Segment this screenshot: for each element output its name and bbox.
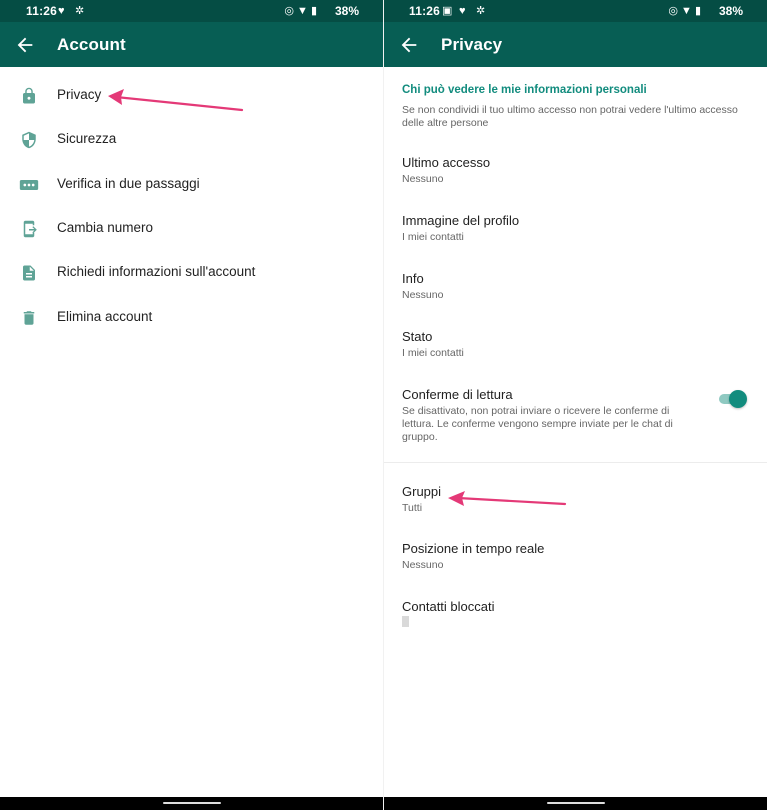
battery-level: 38% xyxy=(334,4,359,18)
menu-item-label: Cambia numero xyxy=(57,220,154,235)
app-bar: Privacy xyxy=(384,22,767,67)
pref-subtitle: Nessuno xyxy=(402,559,444,571)
heart-icon: ♥ xyxy=(459,5,466,17)
section-description: Se non condividi il tuo ultimo accesso n… xyxy=(402,104,738,129)
status-icons: ◎ ▼ ▮ xyxy=(284,4,317,17)
heart-icon: ♥ xyxy=(58,5,65,17)
app-bar: Account xyxy=(0,22,383,67)
pref-subtitle: Tutti xyxy=(402,502,423,514)
back-arrow-icon[interactable] xyxy=(14,34,36,56)
document-icon xyxy=(23,265,35,281)
status-bar: 11:26 ▣ ♥ ✲ ◎ ▼ ▮ 38% xyxy=(384,0,767,22)
pref-status[interactable]: Stato I miei contatti xyxy=(384,329,767,373)
pref-read-receipts[interactable]: Conferme di lettura Se disattivato, non … xyxy=(384,387,767,457)
pref-title: Info xyxy=(402,271,424,286)
home-handle[interactable] xyxy=(162,802,221,804)
lock-icon xyxy=(23,87,35,104)
blurred-count xyxy=(402,616,409,627)
wifi-icon: ▼ xyxy=(680,5,692,17)
battery-icon: ▮ xyxy=(694,5,701,17)
pref-live-location[interactable]: Posizione in tempo reale Nessuno xyxy=(384,541,767,585)
phone-change-icon xyxy=(23,220,37,238)
menu-item-label: Privacy xyxy=(57,87,102,102)
pref-subtitle: Nessuno xyxy=(402,289,444,301)
page-title: Account xyxy=(57,35,126,54)
status-time: 11:26 xyxy=(409,4,441,18)
menu-item-security[interactable]: Sicurezza xyxy=(0,118,383,162)
back-arrow-icon[interactable] xyxy=(398,34,420,56)
trash-icon xyxy=(23,311,35,325)
menu-item-privacy[interactable]: Privacy xyxy=(0,74,383,118)
pref-subtitle: I miei contatti xyxy=(402,231,464,243)
toggle-thumb xyxy=(729,390,747,408)
dots-icon xyxy=(19,180,39,190)
bug-icon: ✲ xyxy=(75,5,85,17)
pref-blocked-contacts[interactable]: Contatti bloccati xyxy=(384,599,767,643)
section-title: Chi può vedere le mie informazioni perso… xyxy=(402,84,647,96)
pref-last-seen[interactable]: Ultimo accesso Nessuno xyxy=(384,155,767,199)
pref-title: Ultimo accesso xyxy=(402,155,491,170)
menu-item-label: Sicurezza xyxy=(57,131,117,146)
battery-level: 38% xyxy=(718,4,743,18)
menu-item-delete-account[interactable]: Elimina account xyxy=(0,296,383,340)
pref-profile-photo[interactable]: Immagine del profilo I miei contatti xyxy=(384,213,767,257)
shield-icon xyxy=(22,131,36,149)
pref-title: Conferme di lettura xyxy=(402,387,513,402)
vibrate-icon: ◎ xyxy=(668,5,678,17)
account-screen: 11:26 ♥ ✲ ◎ ▼ ▮ 38% Account Privacy Sicu… xyxy=(0,0,383,810)
menu-item-two-step[interactable]: Verifica in due passaggi xyxy=(0,163,383,207)
privacy-screen: 11:26 ▣ ♥ ✲ ◎ ▼ ▮ 38% Privacy Chi può ve… xyxy=(384,0,767,810)
pref-subtitle: Se disattivato, non potrai inviare o ric… xyxy=(402,405,673,443)
status-time: 11:26 xyxy=(26,4,58,18)
menu-item-label: Elimina account xyxy=(57,309,153,324)
section-divider xyxy=(384,462,767,463)
pref-subtitle: I miei contatti xyxy=(402,347,464,359)
home-handle[interactable] xyxy=(546,802,605,804)
menu-item-change-number[interactable]: Cambia numero xyxy=(0,207,383,251)
bug-icon: ✲ xyxy=(476,5,486,17)
image-icon: ▣ xyxy=(442,5,453,17)
vibrate-icon: ◎ xyxy=(284,5,294,17)
pref-subtitle: Nessuno xyxy=(402,173,444,185)
status-icons: ◎ ▼ ▮ xyxy=(668,4,701,17)
battery-icon: ▮ xyxy=(310,5,317,17)
navigation-bar xyxy=(384,797,767,810)
pref-title: Posizione in tempo reale xyxy=(402,541,545,556)
menu-item-label: Richiedi informazioni sull'account xyxy=(57,264,256,279)
status-bar: 11:26 ♥ ✲ ◎ ▼ ▮ 38% xyxy=(0,0,383,22)
navigation-bar xyxy=(0,797,383,810)
read-receipts-toggle[interactable] xyxy=(719,390,747,408)
pref-title: Immagine del profilo xyxy=(402,213,520,228)
pref-groups[interactable]: Gruppi Tutti xyxy=(384,484,767,528)
menu-item-request-info[interactable]: Richiedi informazioni sull'account xyxy=(0,251,383,295)
pref-about[interactable]: Info Nessuno xyxy=(384,271,767,315)
pref-title: Gruppi xyxy=(402,484,442,499)
wifi-icon: ▼ xyxy=(296,5,308,17)
menu-item-label: Verifica in due passaggi xyxy=(57,176,200,191)
page-title: Privacy xyxy=(441,35,503,54)
pref-title: Stato xyxy=(402,329,433,344)
pref-title: Contatti bloccati xyxy=(402,599,495,614)
